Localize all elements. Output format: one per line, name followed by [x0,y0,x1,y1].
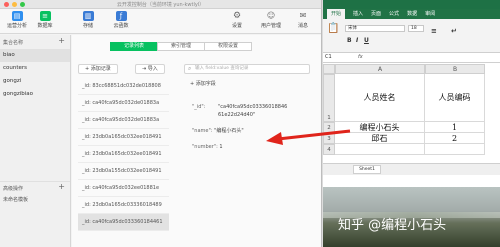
wrap-icon[interactable]: ↵ [451,27,457,35]
spreadsheet-title-bar [323,0,500,9]
ribbon-tab-page[interactable]: 页面 [371,9,381,19]
tab-index-management[interactable]: 索引管理 [157,42,205,51]
collection-item-gongzibiao[interactable]: gongzibiao [0,88,70,101]
ribbon: 📋 宋体 18 B I U ≡ ↵ [323,19,500,53]
paste-icon[interactable]: 📋 [327,23,339,34]
select-all-corner[interactable] [323,64,335,74]
cloud-console-window: 云开发控制台（当前环境 yun-kwtlyl） ▤ 运营分析 ≡ 数据库 ▥ 存… [0,0,322,247]
name-box[interactable]: C1 [325,54,332,60]
untitled-template[interactable]: 未命名模板 [0,193,70,205]
fx-icon[interactable]: fx [358,54,363,60]
ribbon-tab-insert[interactable]: 插入 [353,9,363,19]
tool-storage[interactable]: ▥ 存储 [73,11,103,29]
title-bar: 云开发控制台（当前环境 yun-kwtlyl） [0,0,321,9]
tool-analytics[interactable]: ▤ 运营分析 [2,11,32,29]
cell-b1[interactable]: 人员编码 [425,74,485,122]
field-id-value: "ca40fca95dc03336018846 61e22d24d40" [218,104,288,118]
ribbon-tabs: 开始 插入 页面 公式 数据 审阅 [323,9,500,19]
font-name-select[interactable]: 宋体 [345,25,405,32]
field-id[interactable]: "_id": [192,103,205,111]
align-icon[interactable]: ≡ [431,27,437,35]
toolbar: ▤ 运营分析 ≡ 数据库 ▥ 存储 ƒ 云函数 ⚙ 设置 ☺ 用户管理 ✉ 消息 [0,9,321,34]
user-icon: ☺ [266,11,276,20]
add-record-button[interactable]: + 添加记录 [78,64,118,74]
cell-a4[interactable] [335,144,425,155]
search-input[interactable]: ⌕ 输入 field:value 查询记录 [184,64,310,74]
collection-header: 集合名称 + [3,36,65,47]
list-item[interactable]: _id: ca40fca95dc032de01883a [78,95,169,112]
window-title: 云开发控制台（当前环境 yun-kwtlyl） [116,2,205,8]
underline-icon[interactable]: U [364,37,369,44]
tab-permission-settings[interactable]: 权限设置 [204,42,252,51]
column-header-b[interactable]: B [425,64,485,74]
tool-database[interactable]: ≡ 数据库 [30,11,60,29]
ribbon-tab-formula[interactable]: 公式 [389,9,399,19]
list-item[interactable]: _id: 23db0a165dc032ee018491 [78,146,169,163]
gear-icon: ⚙ [232,11,242,21]
ribbon-tab-data[interactable]: 数据 [407,9,417,19]
import-button[interactable]: ⇥ 导入 [135,64,165,74]
sheet-tab-bar: Sheet1 [323,163,500,175]
tool-messages[interactable]: ✉ 消息 [288,11,318,29]
chart-icon: ▤ [11,11,23,21]
records-panel: 记录列表 索引管理 权限设置 + 添加记录 ⇥ 导入 ⌕ 输入 field:va… [72,35,321,247]
collection-sidebar: 集合名称 + biao counters gongzi gongzibiao 高… [0,35,71,247]
tool-functions[interactable]: ƒ 云函数 [106,11,136,29]
list-item[interactable]: _id: 23db0a165dc032ee018491 [78,129,169,146]
list-item[interactable]: _id: 23db0a165dc03336018489 [78,197,169,214]
list-item[interactable]: _id: ca40fca95dc032de01883a [78,112,169,129]
font-size-select[interactable]: 18 [408,25,424,32]
message-icon: ✉ [299,11,307,20]
add-field-button[interactable]: + 添加字段 [190,80,316,87]
bold-icon[interactable]: B [347,37,352,44]
storage-icon: ▥ [82,11,94,21]
sheet-tab[interactable]: Sheet1 [353,165,381,174]
add-operation-icon[interactable]: + [58,183,65,191]
database-icon: ≡ [39,11,51,21]
row-header-4[interactable]: 4 [323,144,335,155]
list-item-selected[interactable]: _id: ca40fca95dc033360184461 [78,214,169,231]
cell-a2[interactable]: 编程小石头 [335,122,425,133]
formula-bar: C1 fx [323,53,500,63]
spreadsheet-window: 开始 插入 页面 公式 数据 审阅 📋 宋体 18 B I U ≡ ↵ C1 f… [323,0,500,187]
search-icon: ⌕ [188,65,192,72]
field-number[interactable]: "number": 1 [192,143,223,151]
cell-a1[interactable]: 人员姓名 [335,74,425,122]
collection-item-counters[interactable]: counters [0,62,70,75]
collection-item-gongzi[interactable]: gongzi [0,75,70,88]
ribbon-tab-review[interactable]: 审阅 [425,9,435,19]
cell-b2[interactable]: 1 [425,122,485,133]
tool-users[interactable]: ☺ 用户管理 [256,11,286,29]
advanced-operations[interactable]: 高级操作 + [0,181,70,193]
italic-icon[interactable]: I [356,37,358,44]
watermark: 知乎 @编程小石头 [338,218,447,233]
list-item[interactable]: _id: 23db0a155dc032ee018491 [78,163,169,180]
column-header-a[interactable]: A [335,64,425,74]
record-list: _id: 83cc68851dc032de018808 _id: ca40fca… [78,78,169,231]
cell-b3[interactable]: 2 [425,133,485,144]
function-icon: ƒ [115,11,127,21]
worksheet-grid: A B 1 2 3 4 人员姓名 人员编码 编程小石头 1 邱石 2 Sheet… [323,64,500,175]
tab-record-list[interactable]: 记录列表 [110,42,158,51]
row-header-2[interactable]: 2 [323,122,335,133]
tab-bar: 记录列表 索引管理 权限设置 [110,42,252,51]
field-name[interactable]: "name": "编程小石头" [192,127,244,135]
collection-item-biao[interactable]: biao [0,49,70,62]
list-item[interactable]: _id: 83cc68851dc032de018808 [78,78,169,95]
cell-a3[interactable]: 邱石 [335,133,425,144]
ribbon-tab-home[interactable]: 开始 [327,9,346,19]
record-detail: + 添加字段 [176,78,316,87]
add-collection-icon[interactable]: + [58,37,65,45]
tool-settings[interactable]: ⚙ 设置 [222,11,252,29]
cell-b4[interactable] [425,144,485,155]
row-header-1[interactable]: 1 [323,74,335,122]
row-header-3[interactable]: 3 [323,133,335,144]
list-item[interactable]: _id: ca40fca95dc032ee01881e [78,180,169,197]
